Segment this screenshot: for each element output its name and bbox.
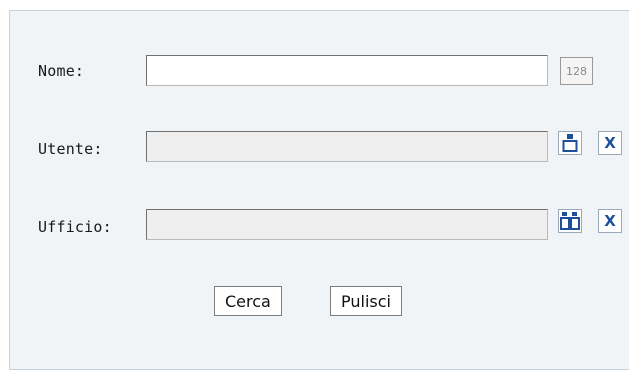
utente-input[interactable]: [146, 131, 548, 162]
ufficio-clear-button[interactable]: X: [598, 209, 622, 233]
utente-label: Utente:: [38, 140, 103, 158]
nome-character-counter: 128: [560, 57, 593, 85]
clear-x-icon: X: [604, 211, 616, 230]
ufficio-input[interactable]: [146, 209, 548, 240]
search-button[interactable]: Cerca: [214, 286, 282, 316]
clear-x-icon: X: [604, 133, 616, 152]
nome-input[interactable]: [146, 55, 548, 86]
utente-lookup-button[interactable]: [558, 131, 582, 155]
ufficio-label: Ufficio:: [38, 218, 112, 236]
group-users-icon: [560, 212, 580, 230]
nome-label: Nome:: [38, 62, 85, 80]
ufficio-lookup-button[interactable]: [558, 209, 582, 233]
single-user-icon: [562, 134, 578, 152]
reset-button[interactable]: Pulisci: [330, 286, 402, 316]
utente-clear-button[interactable]: X: [598, 131, 622, 155]
